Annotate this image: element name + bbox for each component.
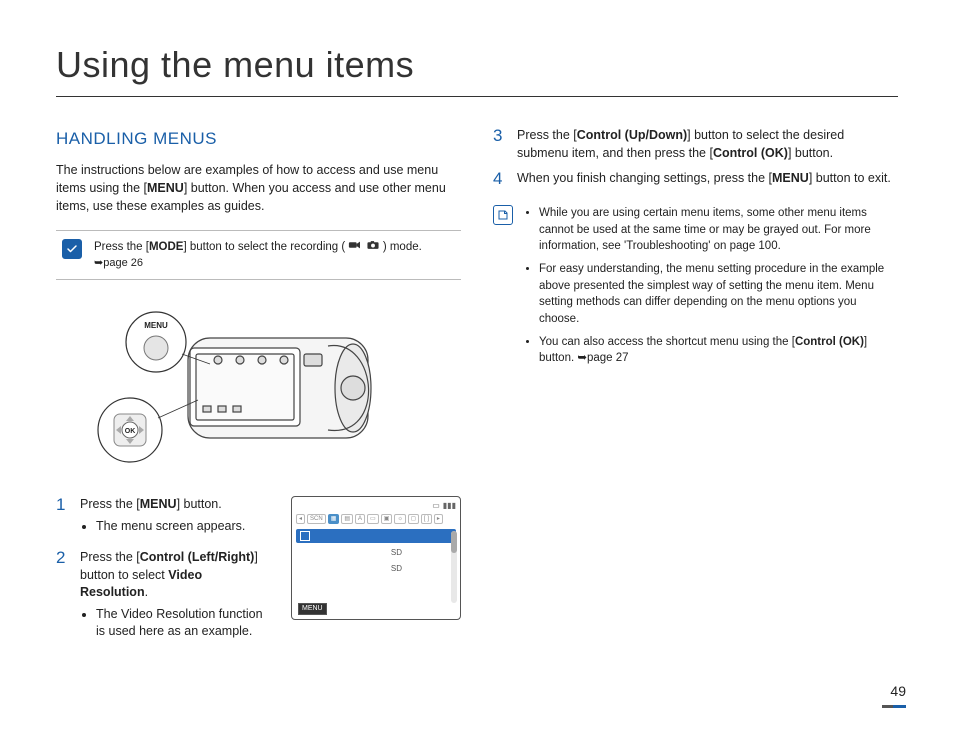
step-number: 2	[56, 549, 70, 649]
card-icon: ▭	[432, 500, 440, 511]
step-1-bullet: The menu screen appears.	[96, 518, 273, 536]
battery-icon: ▮▮▮	[443, 500, 456, 511]
step-number: 4	[493, 170, 507, 189]
note-item: You can also access the shortcut menu us…	[539, 334, 898, 367]
scrollbar	[451, 531, 457, 603]
page-number-rule	[882, 705, 906, 708]
section-heading: HANDLING MENUS	[56, 127, 461, 151]
step-number: 1	[56, 496, 70, 543]
step-2-bullet: The Video Resolution function is used he…	[96, 606, 273, 641]
note-box: While you are using certain menu items, …	[493, 205, 898, 373]
step-2: 2 Press the [Control (Left/Right)] butto…	[56, 549, 273, 649]
page-reference: ➥page 26	[94, 257, 143, 269]
step-1: 1 Press the [MENU] button. The menu scre…	[56, 496, 273, 543]
menu-row-selected	[296, 529, 456, 543]
photo-mode-icon	[366, 239, 380, 255]
step-number: 3	[493, 127, 507, 162]
menu-callout-label: MENU	[144, 321, 168, 330]
ok-callout-label: OK	[125, 428, 136, 435]
check-icon	[62, 239, 82, 259]
menu-row: SD	[296, 545, 456, 559]
page-title: Using the menu items	[56, 40, 898, 97]
note-icon	[493, 205, 513, 225]
note-item: For easy understanding, the menu setting…	[539, 261, 898, 328]
intro-paragraph: The instructions below are examples of h…	[56, 161, 461, 215]
step-3: 3 Press the [Control (Up/Down)] button t…	[493, 127, 898, 162]
tip-box: Press the [MODE] button to select the re…	[56, 230, 461, 281]
menu-button-label: MENU	[298, 603, 327, 615]
menu-screenshot: ▭ ▮▮▮ ◂ SCN ▦ ▤ A ▭ ▣ ☼ ◻ [ ] ▸	[291, 496, 461, 620]
menu-tabs: ◂ SCN ▦ ▤ A ▭ ▣ ☼ ◻ [ ] ▸	[292, 514, 460, 527]
camera-illustration: MENU OK	[68, 298, 388, 478]
video-mode-icon	[348, 239, 362, 255]
page-number: 49	[890, 682, 906, 702]
note-item: While you are using certain menu items, …	[539, 205, 898, 255]
step-4: 4 When you finish changing settings, pre…	[493, 170, 898, 189]
menu-row: SD	[296, 561, 456, 575]
